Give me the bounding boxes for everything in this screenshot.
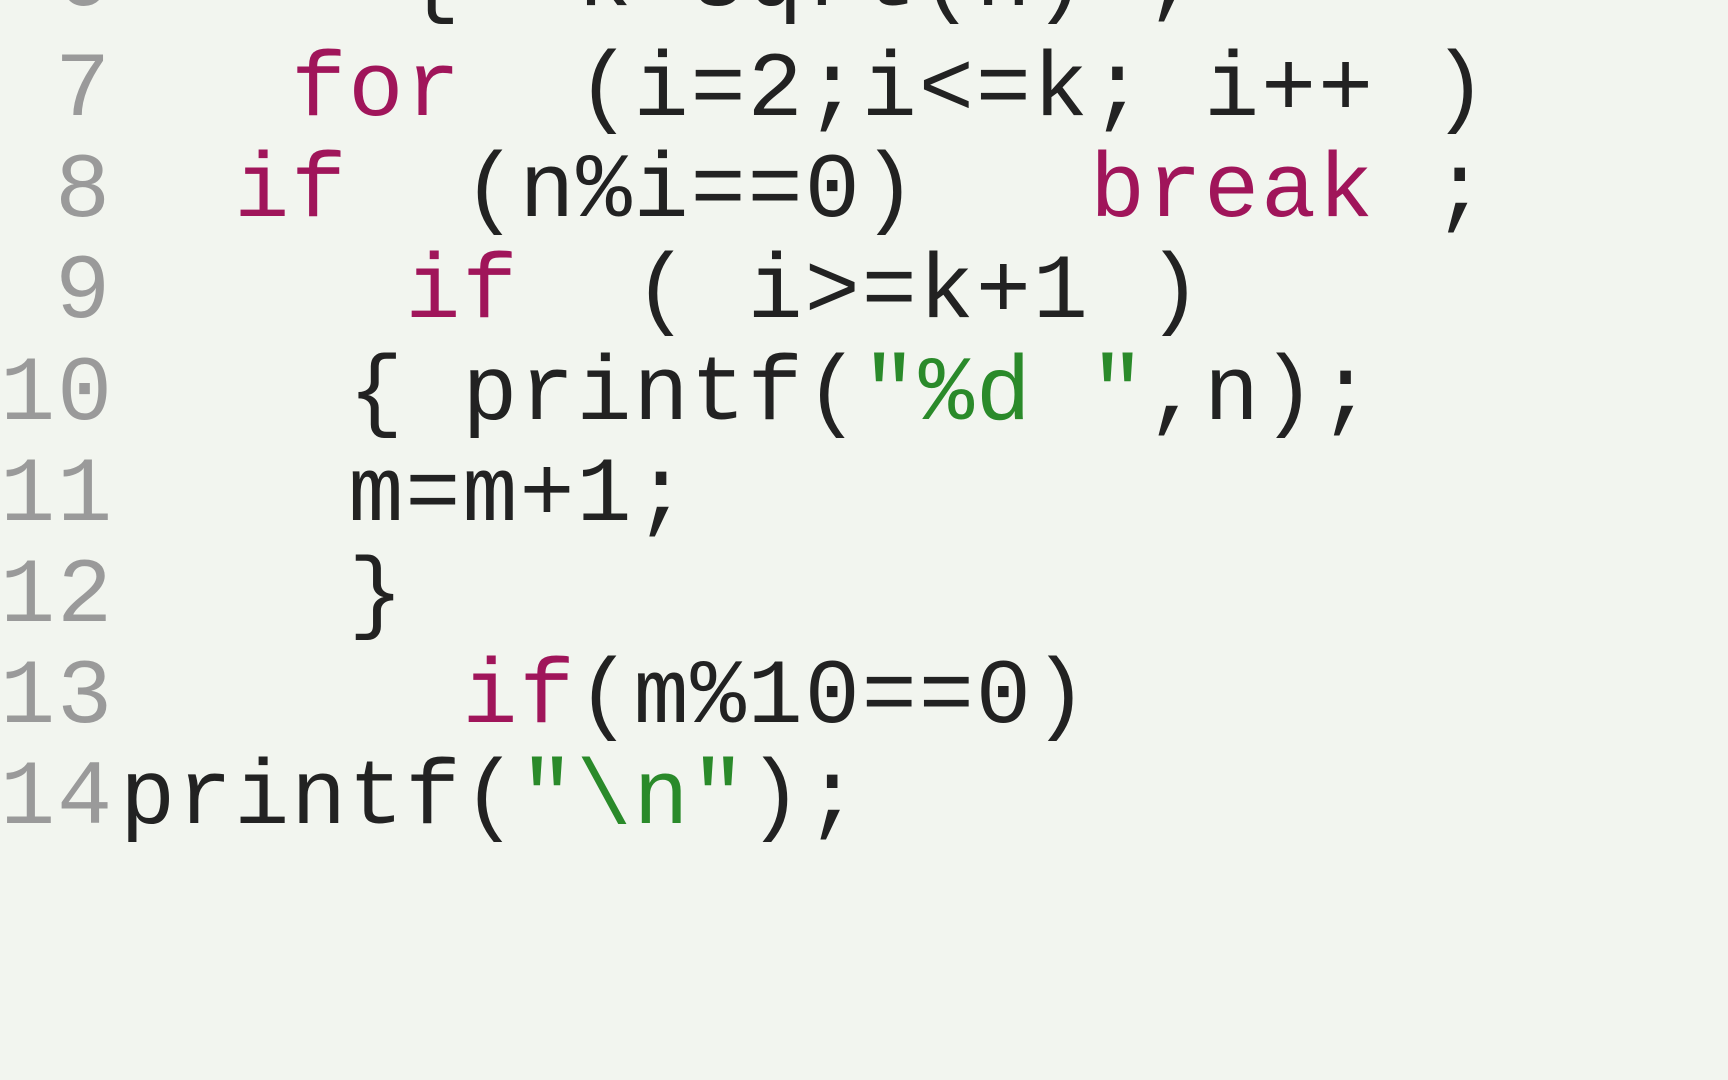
line-number: 6 [0, 0, 120, 31]
code-line[interactable]: 7 for (i=2;i<=k; i++ ) [0, 40, 1728, 141]
code-content: m=m+1; [120, 445, 691, 546]
code-content: if ( i>=k+1 ) [120, 242, 1204, 343]
code-editor[interactable]: 6 { k sqrt(n) , 7 for (i=2;i<=k; i++ ) 8… [0, 0, 1728, 850]
line-number: 8 [0, 141, 120, 242]
line-number: 11 [0, 445, 120, 546]
code-content: } [120, 546, 405, 647]
code-line[interactable]: 6 { k sqrt(n) , [0, 0, 1728, 31]
code-content: { printf("%d ",n); [120, 344, 1375, 445]
code-line[interactable]: 10 { printf("%d ",n); [0, 344, 1728, 445]
line-number: 10 [0, 344, 120, 445]
code-content: if(m%10==0) [120, 647, 1090, 748]
code-content: if (n%i==0) break ; [120, 141, 1489, 242]
code-content: printf("\n"); [120, 748, 862, 849]
code-line[interactable]: 12 } [0, 546, 1728, 647]
code-line[interactable]: 14 printf("\n"); [0, 748, 1728, 849]
line-number: 12 [0, 546, 120, 647]
code-content: { k sqrt(n) , [120, 0, 1204, 31]
code-line[interactable]: 8 if (n%i==0) break ; [0, 141, 1728, 242]
line-number: 14 [0, 748, 120, 849]
code-line[interactable]: 13 if(m%10==0) [0, 647, 1728, 748]
line-number: 13 [0, 647, 120, 748]
code-content: for (i=2;i<=k; i++ ) [120, 40, 1489, 141]
code-line[interactable]: 9 if ( i>=k+1 ) [0, 242, 1728, 343]
line-number: 9 [0, 242, 120, 343]
line-number: 7 [0, 40, 120, 141]
code-line[interactable]: 11 m=m+1; [0, 445, 1728, 546]
